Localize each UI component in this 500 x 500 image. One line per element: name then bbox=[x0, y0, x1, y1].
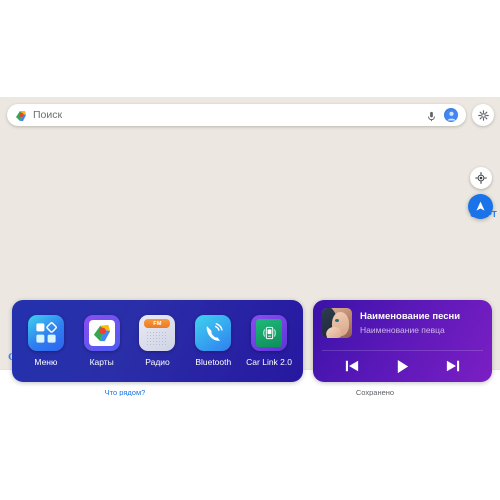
app-label-menu: Меню bbox=[34, 357, 58, 367]
next-button[interactable] bbox=[442, 357, 464, 375]
bluetooth-phone-icon[interactable] bbox=[195, 315, 232, 351]
app-label-carlink: Car Link 2.0 bbox=[246, 357, 292, 367]
car-link-icon[interactable] bbox=[251, 315, 288, 351]
google-maps-icon[interactable] bbox=[83, 315, 120, 351]
app-item-menu[interactable]: Меню bbox=[20, 315, 72, 367]
search-input[interactable]: Поиск bbox=[33, 109, 426, 121]
previous-button[interactable] bbox=[341, 357, 363, 375]
album-art-eye bbox=[335, 319, 339, 322]
app-label-bluetooth: Bluetooth bbox=[195, 357, 232, 367]
music-player-widget: Наименование песни Наименование певца bbox=[313, 300, 492, 382]
app-label-radio: Радио bbox=[145, 357, 170, 367]
car-head-unit-home-screen: 18:57 18 bbox=[0, 97, 500, 396]
album-art[interactable] bbox=[322, 308, 352, 338]
radio-icon[interactable]: FM bbox=[139, 315, 176, 351]
track-title: Наименование песни bbox=[360, 311, 461, 322]
carlink-icon-inner bbox=[256, 319, 283, 347]
app-item-radio[interactable]: FM Радио bbox=[131, 315, 183, 367]
app-dock: Меню Карты FM Радио Bluetooth Car Link 2… bbox=[12, 300, 303, 382]
map-pin-icon bbox=[15, 109, 27, 121]
radio-band-label: FM bbox=[144, 319, 171, 328]
track-artist: Наименование певца bbox=[360, 325, 445, 335]
app-item-carlink[interactable]: Car Link 2.0 bbox=[243, 315, 295, 367]
app-label-maps: Карты bbox=[89, 357, 114, 367]
radio-speaker-grille bbox=[146, 331, 169, 346]
maps-icon-inner bbox=[88, 320, 115, 346]
track-info-row: Наименование песни Наименование певца bbox=[322, 308, 483, 338]
app-item-bluetooth[interactable]: Bluetooth bbox=[187, 315, 239, 367]
map-widget[interactable]: Поиск СТАРТ Что рядом? Сохранено bbox=[0, 97, 500, 396]
track-text-block: Наименование песни Наименование певца bbox=[360, 311, 460, 335]
music-controls bbox=[313, 357, 492, 375]
app-item-maps[interactable]: Карты bbox=[76, 315, 128, 367]
music-divider bbox=[322, 350, 483, 351]
search-bar[interactable]: Поиск bbox=[7, 104, 466, 126]
play-button[interactable] bbox=[391, 357, 413, 375]
grid-menu-icon[interactable] bbox=[27, 315, 64, 351]
